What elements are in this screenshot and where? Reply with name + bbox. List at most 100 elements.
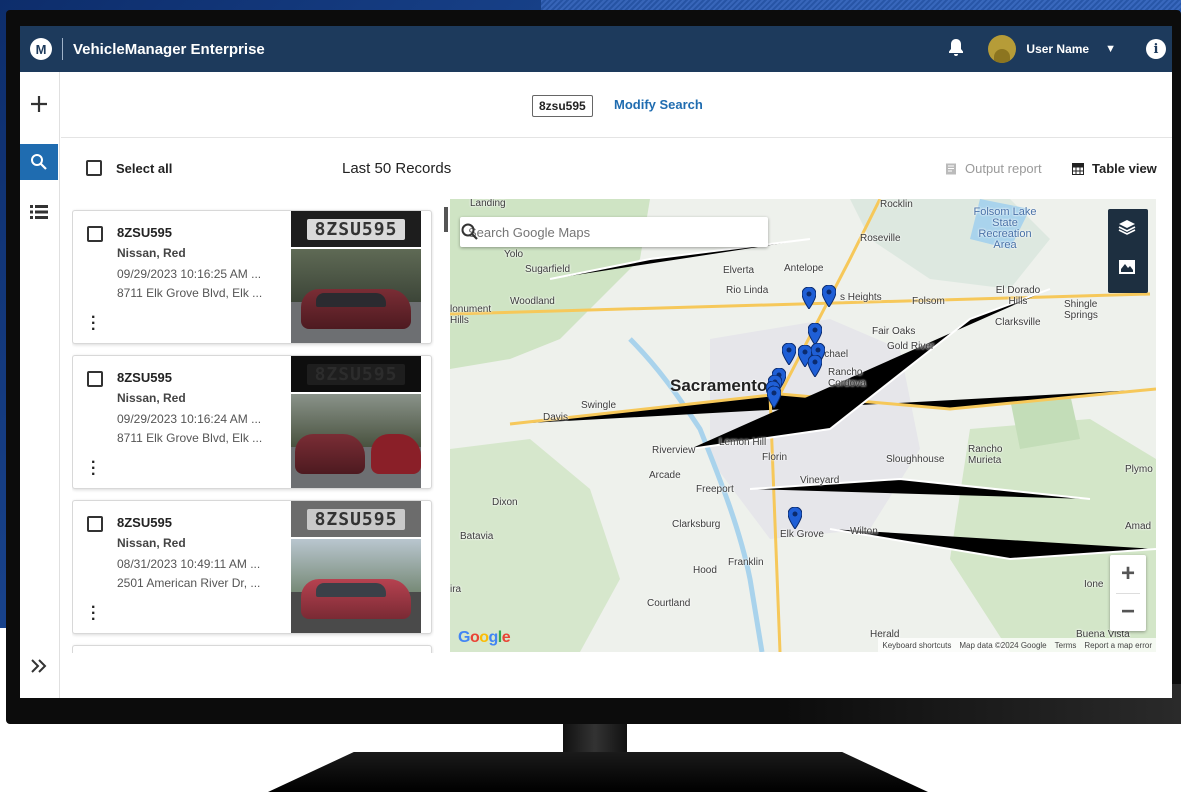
table-icon xyxy=(1072,162,1084,175)
records-list: 8ZSU595 Nissan, Red 09/29/2023 10:16:25 … xyxy=(72,208,434,653)
plate-image[interactable]: 8ZSU595 xyxy=(291,211,421,247)
map-label: Clarksburg xyxy=(672,519,721,530)
map-search-box[interactable] xyxy=(460,217,768,247)
select-all-control[interactable]: Select all xyxy=(86,160,172,176)
map-pin-icon[interactable] xyxy=(808,355,822,377)
record-vehicle: Nissan, Red xyxy=(117,246,186,260)
record-menu-icon[interactable]: · · · xyxy=(91,600,96,628)
record-vehicle: Nissan, Red xyxy=(117,391,186,405)
record-address: 2501 American River Dr, ... xyxy=(117,576,261,590)
google-logo: Google xyxy=(458,629,511,646)
expand-rail-icon[interactable] xyxy=(20,648,58,684)
vehicle-image[interactable] xyxy=(291,394,421,488)
map-pin-icon[interactable] xyxy=(782,343,796,365)
map-pin-icon[interactable] xyxy=(788,507,802,529)
search-term-chip: 8zsu595 xyxy=(532,95,593,117)
map-label: Arcade xyxy=(649,470,681,481)
map-label: Rocklin xyxy=(880,199,913,210)
plate-image[interactable]: 8ZSU595 xyxy=(291,501,421,537)
monitor-stand-base xyxy=(268,752,928,792)
terms-link[interactable]: Terms xyxy=(1055,641,1077,650)
map-label: Dixon xyxy=(492,497,518,508)
map-label: Antelope xyxy=(784,263,824,274)
map-label: Riverview xyxy=(652,445,696,456)
info-icon[interactable]: i xyxy=(1146,39,1166,59)
record-checkbox[interactable] xyxy=(87,516,103,532)
report-icon xyxy=(946,163,956,174)
search-icon[interactable] xyxy=(460,222,480,242)
list-scrollbar[interactable] xyxy=(444,207,448,232)
zoom-in-button[interactable]: + xyxy=(1110,555,1146,593)
record-menu-icon[interactable]: · · · xyxy=(91,455,96,483)
modify-search-link[interactable]: Modify Search xyxy=(614,97,703,112)
plate-image[interactable]: 8ZSU595 xyxy=(291,356,421,392)
record-menu-icon[interactable]: · · · xyxy=(91,310,96,338)
plate-image-text: 8ZSU595 xyxy=(306,363,406,385)
map-pin-icon[interactable] xyxy=(808,323,822,345)
select-all-label: Select all xyxy=(116,160,173,176)
map-label: Florin xyxy=(762,452,788,463)
app-title: VehicleManager Enterprise xyxy=(73,40,265,58)
map-zoom-controls: + − xyxy=(1110,555,1146,631)
map-pin-icon[interactable] xyxy=(767,386,781,408)
record-card[interactable]: 8ZSU595 Nissan, Red 09/29/2023 10:16:24 … xyxy=(72,355,432,489)
records-title: Last 50 Records xyxy=(342,160,452,177)
map-label: Folsom xyxy=(912,296,945,307)
notifications-bell-icon[interactable] xyxy=(948,38,964,61)
vehicle-image[interactable] xyxy=(291,249,421,343)
record-checkbox[interactable] xyxy=(87,226,103,242)
plate-image-text: 8ZSU595 xyxy=(306,218,406,240)
record-checkbox[interactable] xyxy=(87,371,103,387)
record-card[interactable]: 8ZSU595 Nissan, Red 08/31/2023 10:49:11 … xyxy=(72,500,432,634)
map-pin-icon[interactable] xyxy=(802,287,816,309)
map-label: Freeport xyxy=(696,484,734,495)
map-pin-icon[interactable] xyxy=(822,285,836,307)
map-label: Vineyard xyxy=(800,475,840,486)
user-menu-caret-icon[interactable]: ▼ xyxy=(1105,43,1116,55)
map-label: Swingle xyxy=(581,400,617,411)
map-label: Yolo xyxy=(504,249,524,260)
add-icon[interactable] xyxy=(20,86,58,122)
map-label: Elk Grove xyxy=(780,529,824,540)
table-view-button[interactable]: Table view xyxy=(1072,161,1157,176)
record-card[interactable]: 8ZSU595 Nissan, Red 09/29/2023 10:16:25 … xyxy=(72,210,432,344)
map-view[interactable]: Landing Rocklin Folsom Lake State Recrea… xyxy=(450,199,1156,652)
map-type-icon[interactable] xyxy=(1118,259,1138,279)
user-name[interactable]: User Name xyxy=(1026,42,1089,56)
map-label: Elverta xyxy=(723,265,755,276)
select-all-checkbox[interactable] xyxy=(86,160,102,176)
user-avatar[interactable] xyxy=(988,35,1017,63)
keyboard-shortcuts-link[interactable]: Keyboard shortcuts xyxy=(882,641,951,650)
motorola-logo-icon: M xyxy=(30,38,52,60)
output-report-label: Output report xyxy=(965,161,1042,176)
map-label: Shingle Springs xyxy=(1064,299,1098,321)
report-map-error-link[interactable]: Report a map error xyxy=(1084,641,1152,650)
record-plate: 8ZSU595 xyxy=(117,370,172,385)
header-divider xyxy=(62,38,63,60)
record-timestamp: 09/29/2023 10:16:25 AM ... xyxy=(117,267,262,281)
search-icon[interactable] xyxy=(20,144,58,180)
map-label: Davis xyxy=(543,412,569,423)
monitor-screen: M VehicleManager Enterprise User Name ▼ … xyxy=(20,26,1172,698)
list-icon[interactable] xyxy=(20,194,58,230)
record-timestamp: 08/31/2023 10:49:11 AM ... xyxy=(117,557,261,571)
map-label: Folsom Lake State Recreation Area xyxy=(973,206,1037,251)
zoom-out-button[interactable]: − xyxy=(1110,593,1146,631)
map-label: Sacramento xyxy=(670,376,768,395)
map-label: Lemon Hill xyxy=(719,437,767,448)
record-card[interactable] xyxy=(72,645,432,653)
map-label: lonument Hills xyxy=(450,304,492,326)
layers-icon[interactable] xyxy=(1118,219,1138,239)
header-actions: User Name ▼ i xyxy=(948,26,1172,72)
output-report-button[interactable]: Output report xyxy=(945,161,1042,176)
search-summary-bar: 8zsu595 Modify Search xyxy=(61,72,1172,138)
map-label: El Dorado Hills xyxy=(995,285,1041,307)
map-label: Fair Oaks xyxy=(872,326,916,337)
map-label: ira xyxy=(450,584,462,595)
vehicle-image[interactable] xyxy=(291,539,421,633)
record-plate: 8ZSU595 xyxy=(117,225,172,240)
map-label: Amad xyxy=(1125,521,1152,532)
record-address: 8711 Elk Grove Blvd, Elk ... xyxy=(117,286,263,300)
map-search-input[interactable] xyxy=(468,224,728,240)
map-label: Courtland xyxy=(647,598,691,609)
